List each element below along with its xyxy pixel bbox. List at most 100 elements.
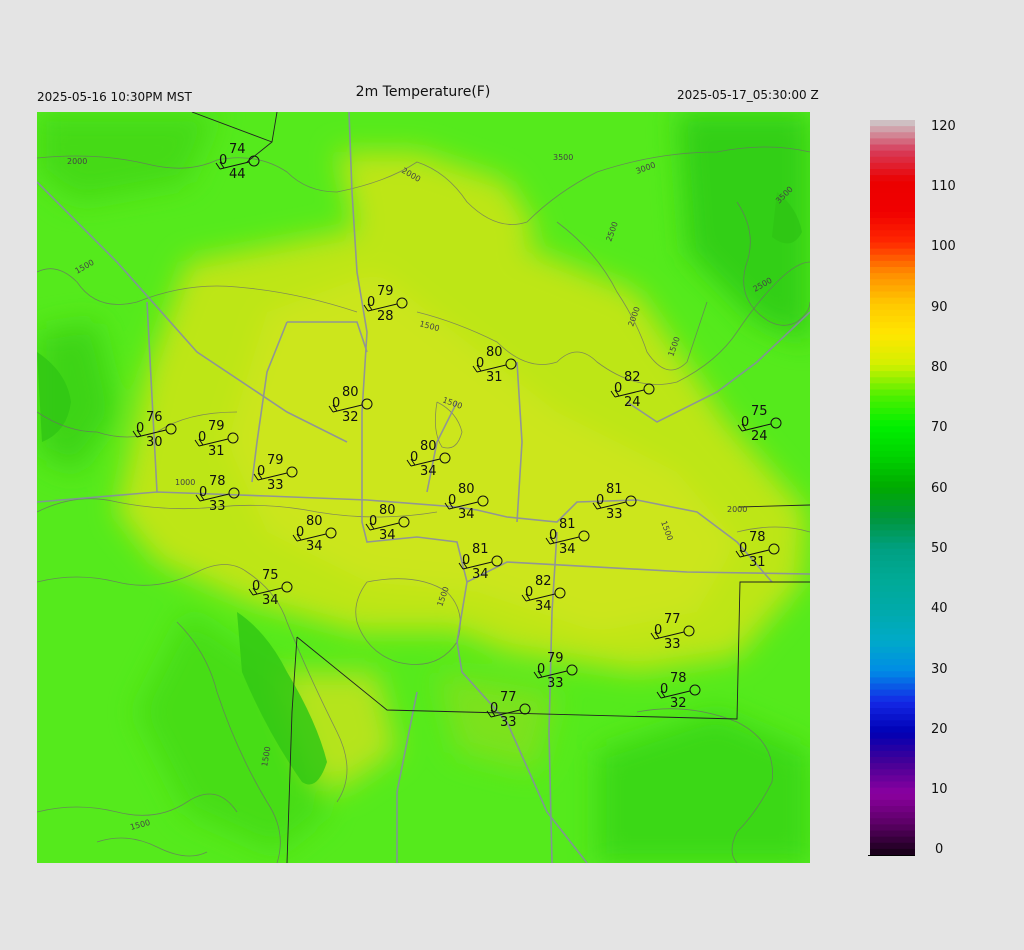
colorbar-band xyxy=(870,750,915,758)
colorbar-band xyxy=(870,738,915,746)
colorbar-band xyxy=(870,120,915,127)
colorbar-band xyxy=(870,677,915,685)
colorbar-band xyxy=(870,652,915,660)
colorbar-band xyxy=(870,316,915,323)
colorbar-band xyxy=(870,132,915,139)
colorbar-tick: 0 xyxy=(935,842,944,857)
colorbar-band xyxy=(870,444,915,452)
colorbar-band xyxy=(870,836,915,844)
colorbar-band xyxy=(870,352,915,360)
colorbar-band xyxy=(870,505,915,513)
colorbar-band xyxy=(870,775,915,783)
colorbar-band xyxy=(870,297,915,305)
colorbar-band xyxy=(870,573,915,580)
colorbar-band xyxy=(870,683,915,691)
colorbar-band xyxy=(870,499,915,507)
colorbar-band xyxy=(870,193,915,201)
colorbar-band xyxy=(870,610,915,617)
colorbar-band xyxy=(870,597,915,605)
colorbar-band xyxy=(870,162,915,170)
colorbar-band xyxy=(870,695,915,703)
colorbar-band xyxy=(870,322,915,329)
colorbar-band xyxy=(870,224,915,231)
colorbar-band xyxy=(870,518,915,525)
colorbar-band xyxy=(870,230,915,237)
colorbar-band xyxy=(870,806,915,813)
colorbar-band xyxy=(870,787,915,795)
colorbar-band xyxy=(870,640,915,648)
colorbar-tick: 120 xyxy=(931,119,956,134)
colorbar-band xyxy=(870,591,915,599)
colorbar-band xyxy=(870,438,915,446)
colorbar-band xyxy=(870,211,915,219)
colorbar-band xyxy=(870,371,915,378)
colorbar-band xyxy=(870,414,915,421)
colorbar-band xyxy=(870,126,915,133)
colorbar-tick: 60 xyxy=(931,481,948,496)
colorbar-band xyxy=(870,395,915,403)
colorbar-band xyxy=(870,585,915,593)
colorbar-band xyxy=(870,358,915,366)
colorbar-band xyxy=(870,365,915,372)
colorbar-band xyxy=(870,285,915,293)
colorbar-band xyxy=(870,205,915,213)
colorbar-band xyxy=(870,181,915,188)
colorbar-band xyxy=(870,554,915,562)
colorbar-band xyxy=(870,242,915,250)
colorbar-tick: 30 xyxy=(931,662,948,677)
colorbar-band xyxy=(870,812,915,819)
colorbar-band xyxy=(870,646,915,654)
colorbar-band xyxy=(870,487,915,495)
colorbar-band xyxy=(870,530,915,538)
colorbar-band xyxy=(870,714,915,721)
colorbar-band xyxy=(870,334,915,342)
colorbar-band xyxy=(870,689,915,697)
colorbar-band xyxy=(870,303,915,311)
colorbar-band xyxy=(870,420,915,427)
colorbar-band xyxy=(870,175,915,182)
colorbar-band xyxy=(870,848,915,856)
colorbar-band xyxy=(870,622,915,629)
colorbar-band xyxy=(870,763,915,770)
colorbar-band xyxy=(870,248,915,256)
colorbar-band xyxy=(870,346,915,354)
colorbar-band xyxy=(870,481,915,489)
colorbar-band xyxy=(870,144,915,152)
colorbar-band xyxy=(870,793,915,801)
colorbar-band xyxy=(870,463,915,470)
colorbar-band xyxy=(870,665,915,672)
colorbar-band xyxy=(870,328,915,335)
colorbar-band xyxy=(870,659,915,666)
colorbar-band xyxy=(870,818,915,825)
colorbar-band xyxy=(870,236,915,244)
colorbar-band xyxy=(870,799,915,807)
colorbar-band xyxy=(870,150,915,158)
colorbar-band xyxy=(870,671,915,678)
colorbar-tick: 90 xyxy=(931,300,948,315)
colorbar-band xyxy=(870,254,915,262)
colorbar-band xyxy=(870,726,915,734)
colorbar-band xyxy=(870,260,915,268)
colorbar-band xyxy=(870,701,915,709)
colorbar-band xyxy=(870,781,915,789)
colorbar-band xyxy=(870,138,915,146)
colorbar-band xyxy=(870,156,915,164)
colorbar-tick: 110 xyxy=(931,179,956,194)
colorbar-band xyxy=(870,401,915,409)
colorbar-bands xyxy=(870,120,915,856)
colorbar-band xyxy=(870,634,915,642)
colorbar-band xyxy=(870,512,915,519)
colorbar-band xyxy=(870,720,915,727)
colorbar-band xyxy=(870,432,915,440)
colorbar-band xyxy=(870,567,915,574)
colorbar-band xyxy=(870,708,915,715)
colorbar-tick: 80 xyxy=(931,360,948,375)
colorbar-band xyxy=(870,824,915,832)
colorbar-band xyxy=(870,493,915,501)
colorbar-band xyxy=(870,199,915,207)
colorbar-tick: 70 xyxy=(931,420,948,435)
colorbar-band xyxy=(870,616,915,623)
colorbar-band xyxy=(870,309,915,317)
colorbar-tick: 100 xyxy=(931,239,956,254)
colorbar-band xyxy=(870,273,915,280)
